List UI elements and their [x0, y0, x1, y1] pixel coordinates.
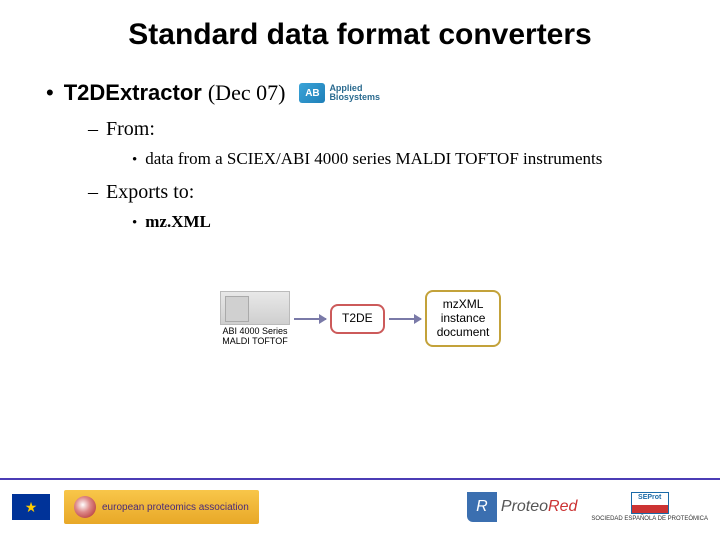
exports-heading: –Exports to: — [40, 181, 680, 204]
eupa-logo: european proteomics association — [64, 490, 259, 524]
out-line1: mzXML — [443, 297, 484, 311]
from-detail-row: • data from a SCIEX/ABI 4000 series MALDI… — [40, 149, 680, 169]
tool-date: (Dec 07) — [208, 80, 286, 106]
out-line3: document — [437, 325, 490, 339]
slide: Standard data format converters • T2DExt… — [0, 0, 720, 540]
output-box: mzXML instance document — [425, 290, 502, 347]
bullet-dot-icon: • — [132, 152, 137, 168]
bullet-dot: • — [46, 82, 54, 104]
eupa-text: european proteomics association — [102, 502, 249, 513]
flow-diagram: ABI 4000 Series MALDI TOFTOF T2DE mzXML … — [220, 290, 501, 347]
dash-icon: – — [88, 181, 98, 203]
from-detail: data from a SCIEX/ABI 4000 series MALDI … — [145, 149, 602, 168]
sep-logo: SEProt SOCIEDAD ESPAÑOLA DE PROTEÓMICA — [591, 492, 708, 522]
proteored-gray: Proteo — [501, 498, 548, 515]
bullet-dot-icon: • — [132, 215, 137, 231]
instrument-block: ABI 4000 Series MALDI TOFTOF — [220, 291, 290, 347]
dash-icon: – — [88, 118, 98, 140]
proteored-text: ProteoRed — [501, 498, 578, 516]
instrument-line1: ABI 4000 Series — [222, 326, 287, 336]
instrument-label: ABI 4000 Series MALDI TOFTOF — [222, 327, 288, 347]
instrument-line2: MALDI TOFTOF — [222, 336, 288, 346]
from-heading: –From: — [40, 118, 680, 141]
proteored-logo: R ProteoRed — [467, 492, 578, 522]
proteored-mark-icon: R — [467, 492, 497, 522]
ab-text: Applied Biosystems — [329, 84, 380, 102]
sep-label: SOCIEDAD ESPAÑOLA DE PROTEÓMICA — [591, 516, 708, 522]
exports-detail: mz.XML — [145, 212, 211, 231]
proteored-red: Red — [548, 498, 577, 515]
footer-logos: ★ european proteomics association R Prot… — [0, 478, 720, 534]
arrow-icon — [389, 318, 421, 320]
exports-detail-row: • mz.XML — [40, 212, 680, 232]
instrument-icon — [220, 291, 290, 325]
arrow-icon — [294, 318, 326, 320]
slide-title: Standard data format converters — [40, 18, 680, 52]
tool-name: T2DExtractor — [64, 80, 202, 106]
out-line2: instance — [441, 311, 486, 325]
eu-flag-icon: ★ — [12, 494, 50, 520]
exports-label: Exports to: — [106, 181, 194, 203]
eupa-mark-icon — [74, 496, 96, 518]
sep-mark-icon: SEProt — [631, 492, 669, 514]
t2de-box: T2DE — [330, 304, 385, 334]
ab-mark-icon: AB — [299, 83, 325, 103]
from-label: From: — [106, 118, 155, 140]
bullet-t2dextractor: • T2DExtractor (Dec 07) AB Applied Biosy… — [40, 80, 680, 106]
ab-line2: Biosystems — [329, 92, 380, 102]
applied-biosystems-logo: AB Applied Biosystems — [299, 83, 380, 103]
